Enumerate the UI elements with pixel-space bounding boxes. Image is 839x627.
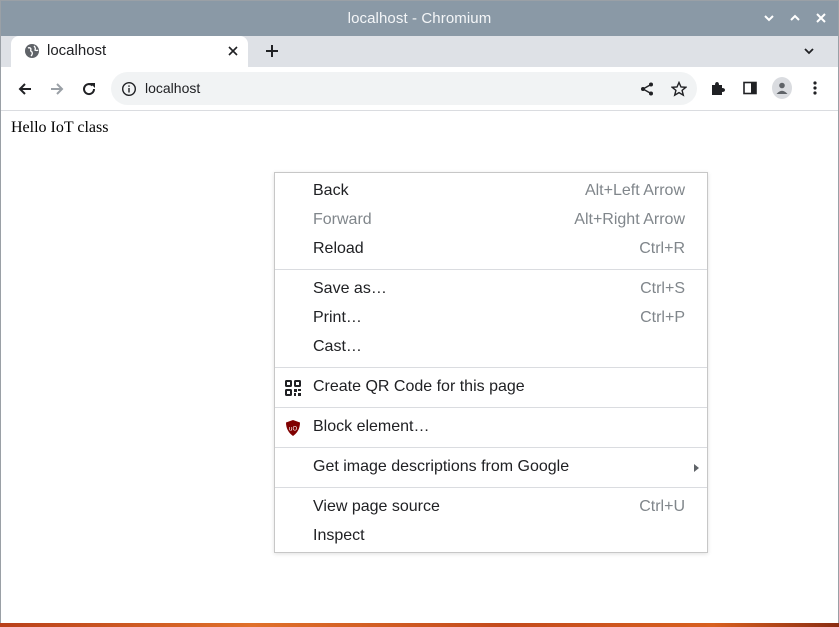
submenu-arrow-icon — [694, 464, 699, 472]
menu-separator — [275, 269, 707, 270]
tab-title: localhost — [47, 42, 107, 59]
toolbar: localhost — [1, 67, 838, 111]
menu-item-reload[interactable]: Reload Ctrl+R — [275, 235, 707, 264]
close-icon — [228, 46, 238, 56]
profile-button[interactable] — [772, 77, 792, 99]
menu-item-label: Save as… — [313, 280, 387, 297]
qr-code-icon — [285, 380, 301, 396]
minimize-button[interactable] — [760, 9, 778, 27]
reload-button[interactable] — [78, 78, 100, 100]
bookmark-button[interactable] — [670, 80, 688, 98]
menu-item-block-element[interactable]: uO Block element… — [275, 413, 707, 442]
chevron-down-icon — [804, 48, 814, 55]
menu-separator — [275, 447, 707, 448]
menu-item-label: Inspect — [313, 527, 365, 544]
menu-item-cast[interactable]: Cast… — [275, 333, 707, 362]
info-icon[interactable] — [121, 81, 137, 97]
menu-item-shortcut: Ctrl+U — [639, 498, 685, 515]
menu-item-label: Print… — [313, 309, 362, 326]
menu-item-label: View page source — [313, 498, 440, 515]
menu-item-create-qr-code[interactable]: Create QR Code for this page — [275, 373, 707, 402]
tab-search-button[interactable] — [800, 42, 818, 60]
menu-separator — [275, 487, 707, 488]
share-icon — [641, 82, 653, 96]
menu-item-label: Back — [313, 182, 349, 199]
share-button[interactable] — [638, 80, 656, 98]
side-panel-icon — [743, 81, 757, 95]
menu-item-view-page-source[interactable]: View page source Ctrl+U — [275, 493, 707, 522]
tab-localhost[interactable]: localhost — [11, 36, 248, 67]
context-menu: Back Alt+Left Arrow Forward Alt+Right Ar… — [274, 172, 708, 553]
ublock-origin-icon: uO — [286, 420, 300, 436]
menu-item-print[interactable]: Print… Ctrl+P — [275, 304, 707, 333]
menu-item-back[interactable]: Back Alt+Left Arrow — [275, 177, 707, 206]
menu-item-label: Reload — [313, 240, 364, 257]
tab-close-button[interactable] — [225, 43, 241, 59]
menu-item-label: Forward — [313, 211, 372, 228]
more-vert-icon — [813, 81, 817, 95]
page-content-text: Hello IoT class — [11, 119, 109, 136]
menu-item-forward[interactable]: Forward Alt+Right Arrow — [275, 206, 707, 235]
chevron-up-icon — [790, 14, 800, 21]
menu-separator — [275, 367, 707, 368]
arrow-right-icon — [51, 83, 64, 95]
maximize-button[interactable] — [786, 9, 804, 27]
back-button[interactable] — [14, 78, 36, 100]
menu-item-label: Get image descriptions from Google — [313, 458, 570, 475]
menu-item-shortcut: Ctrl+P — [640, 309, 685, 326]
plus-icon — [266, 45, 278, 57]
address-bar[interactable]: localhost — [111, 72, 697, 105]
avatar — [772, 77, 792, 99]
menu-item-shortcut: Ctrl+R — [639, 240, 685, 257]
browser-window: localhost - Chromium localhost localhost… — [0, 0, 839, 625]
menu-item-label: Create QR Code for this page — [313, 378, 525, 395]
menu-item-inspect[interactable]: Inspect — [275, 522, 707, 551]
side-panel-button[interactable] — [740, 78, 760, 98]
arrow-left-icon — [18, 83, 31, 95]
extensions-button[interactable] — [708, 78, 728, 98]
window-controls — [760, 9, 830, 27]
menu-separator — [275, 407, 707, 408]
menu-item-label: Cast… — [313, 338, 362, 355]
reload-icon — [83, 83, 96, 96]
title-bar: localhost - Chromium — [1, 1, 838, 36]
menu-item-shortcut: Ctrl+S — [640, 280, 685, 297]
url-text: localhost — [145, 80, 201, 96]
person-icon — [776, 82, 788, 94]
puzzle-icon — [712, 82, 725, 95]
menu-item-save-as[interactable]: Save as… Ctrl+S — [275, 275, 707, 304]
svg-text:uO: uO — [289, 426, 298, 433]
menu-item-shortcut: Alt+Left Arrow — [584, 182, 685, 199]
tab-strip: localhost — [1, 36, 838, 67]
menu-item-shortcut: Alt+Right Arrow — [574, 211, 685, 228]
star-icon — [671, 81, 687, 97]
desktop-background — [0, 623, 839, 627]
close-icon — [816, 13, 826, 23]
menu-button[interactable] — [805, 78, 825, 98]
forward-button[interactable] — [46, 78, 68, 100]
new-tab-button[interactable] — [262, 41, 282, 61]
globe-icon — [25, 44, 39, 58]
close-window-button[interactable] — [812, 9, 830, 27]
menu-item-image-descriptions[interactable]: Get image descriptions from Google — [275, 453, 707, 482]
chevron-down-icon — [764, 15, 774, 22]
menu-item-label: Block element… — [313, 418, 430, 435]
window-title: localhost - Chromium — [347, 10, 492, 27]
